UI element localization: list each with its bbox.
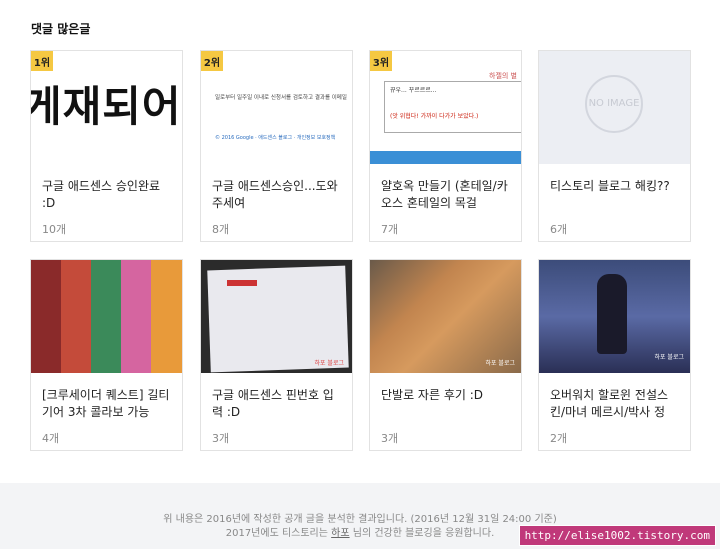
no-image-icon: NO IMAGE	[585, 75, 643, 133]
post-thumbnail: 하포 블로그	[370, 260, 521, 373]
comment-count: 3개	[381, 432, 399, 445]
post-title[interactable]: [크루세이더 퀘스트] 길티기어 3차 콜라보 가능	[42, 387, 174, 421]
post-title[interactable]: 구글 애드센스 승인완료 :D	[42, 178, 174, 212]
post-card[interactable]: 하포 블로그 구글 애드센스 핀번호 입력 :D 3개	[200, 259, 353, 451]
post-title[interactable]: 구글 애드센스 핀번호 입력 :D	[212, 387, 344, 421]
comment-count: 7개	[381, 223, 399, 236]
post-title[interactable]: 티스토리 블로그 해킹??	[550, 178, 682, 195]
thumbnail-bar	[370, 151, 521, 164]
footer-text: 님의 건강한 블로깅을 응원합니다.	[349, 528, 495, 539]
post-card[interactable]: 일로부터 일주일 이내로 신청서를 검토하고 결과를 이메일 © 2016 Go…	[200, 50, 353, 242]
post-card[interactable]: 게재되어 1위 구글 애드센스 승인완료 :D 10개	[30, 50, 183, 242]
footer-summary: 위 내용은 2016년에 작성한 공개 글을 분석한 결과입니다. (2016년…	[163, 514, 557, 525]
character-art	[61, 260, 91, 373]
post-thumbnail: 게재되어 1위	[31, 51, 182, 164]
post-card[interactable]: 하포 블로그 단발로 자른 후기 :D 3개	[369, 259, 522, 451]
post-title[interactable]: 오버워치 할로윈 전설스킨/마녀 메르시/박사 정	[550, 387, 682, 421]
post-card[interactable]: NO IMAGE 티스토리 블로그 해킹?? 6개	[538, 50, 691, 242]
character-art	[597, 274, 627, 354]
rank-badge: 3위	[370, 51, 392, 71]
comment-count: 10개	[42, 223, 67, 236]
post-title[interactable]: 얄호옥 만들기 (혼테일/카오스 혼테일의 목걸	[381, 178, 513, 212]
thumbnail-text: 뀨우... 꾸르르르...	[390, 87, 437, 94]
post-thumbnail: 하젤의 별 뀨우... 꾸르르르... (앗 위협다! 가까이 다가가 보았다.…	[370, 51, 521, 164]
post-card[interactable]: 하젤의 별 뀨우... 꾸르르르... (앗 위협다! 가까이 다가가 보았다.…	[369, 50, 522, 242]
rank-badge: 1위	[31, 51, 53, 71]
blogger-link[interactable]: 하포	[331, 528, 349, 539]
thumbnail-watermark: 하포 블로그	[485, 360, 515, 367]
comment-count: 4개	[42, 432, 60, 445]
post-thumbnail: 하포 블로그	[201, 260, 352, 373]
post-thumbnail: 일로부터 일주일 이내로 신청서를 검토하고 결과를 이메일 © 2016 Go…	[201, 51, 352, 164]
blog-url-watermark: http://elise1002.tistory.com	[518, 525, 716, 546]
thumbnail-text: (앗 위협다! 가까이 다가가 보았다.)	[390, 113, 479, 120]
thumbnail-watermark: 하포 블로그	[314, 360, 344, 367]
character-art	[91, 260, 121, 373]
comment-count: 2개	[550, 432, 568, 445]
footer-text: 2017년에도 티스토리는	[225, 528, 332, 539]
section-title: 댓글 많은글	[31, 22, 91, 36]
post-title[interactable]: 단발로 자른 후기 :D	[381, 387, 513, 404]
rank-badge: 2위	[201, 51, 223, 71]
character-art	[121, 260, 151, 373]
post-card[interactable]: [크루세이더 퀘스트] 길티기어 3차 콜라보 가능 4개	[30, 259, 183, 451]
thumbnail-watermark: 하포 블로그	[654, 354, 684, 361]
post-thumbnail: NO IMAGE	[539, 51, 690, 164]
thumbnail-text: © 2016 Google · 애드센스 블로그 · 개인정보 보호정책	[215, 135, 336, 141]
post-thumbnail: 하포 블로그	[539, 260, 690, 373]
post-title[interactable]: 구글 애드센스승인...도와주세여	[212, 178, 344, 212]
character-art	[151, 260, 181, 373]
comment-count: 3개	[212, 432, 230, 445]
post-thumbnail	[31, 260, 182, 373]
google-logo-icon	[227, 280, 257, 286]
thumbnail-text: 하젤의 별	[489, 72, 517, 80]
thumbnail-text: 일로부터 일주일 이내로 신청서를 검토하고 결과를 이메일	[215, 95, 347, 101]
post-card[interactable]: 하포 블로그 오버워치 할로윈 전설스킨/마녀 메르시/박사 정 2개	[538, 259, 691, 451]
comment-count: 8개	[212, 223, 230, 236]
thumbnail-text: 게재되어	[31, 82, 182, 131]
comment-count: 6개	[550, 223, 568, 236]
character-art	[31, 260, 61, 373]
